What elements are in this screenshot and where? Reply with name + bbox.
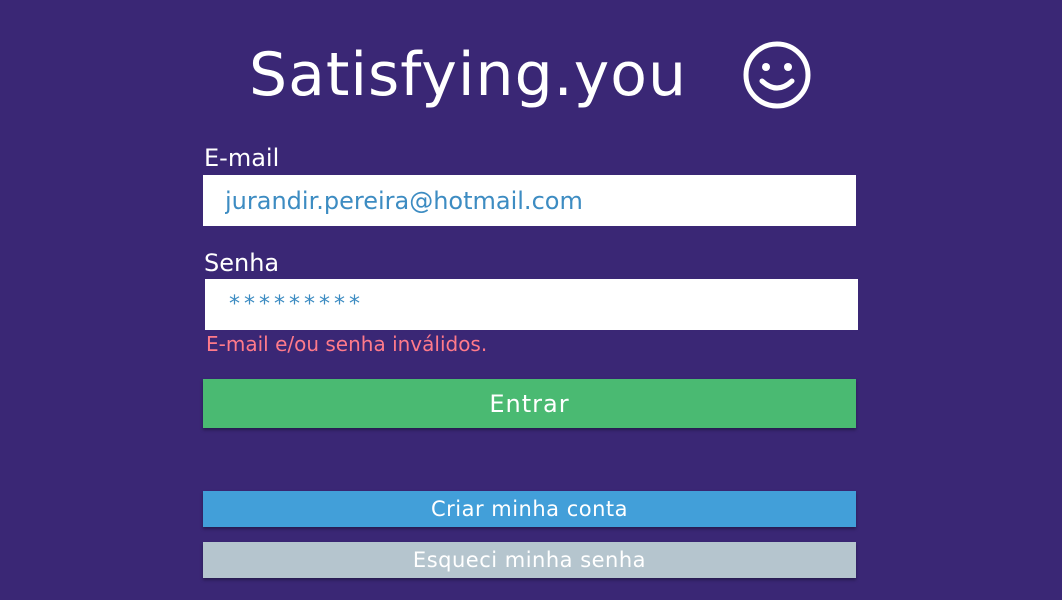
email-label: E-mail [204, 144, 280, 172]
password-label: Senha [204, 249, 280, 277]
smiley-face-icon [741, 39, 813, 111]
password-input[interactable] [205, 279, 858, 330]
enter-button[interactable]: Entrar [203, 379, 856, 428]
email-input[interactable] [203, 175, 856, 226]
create-account-button[interactable]: Criar minha conta [203, 491, 856, 527]
header: Satisfying.you [0, 30, 1062, 120]
forgot-password-button[interactable]: Esqueci minha senha [203, 542, 856, 578]
error-message: E-mail e/ou senha inválidos. [206, 332, 488, 356]
app-title: Satisfying.you [249, 40, 687, 110]
